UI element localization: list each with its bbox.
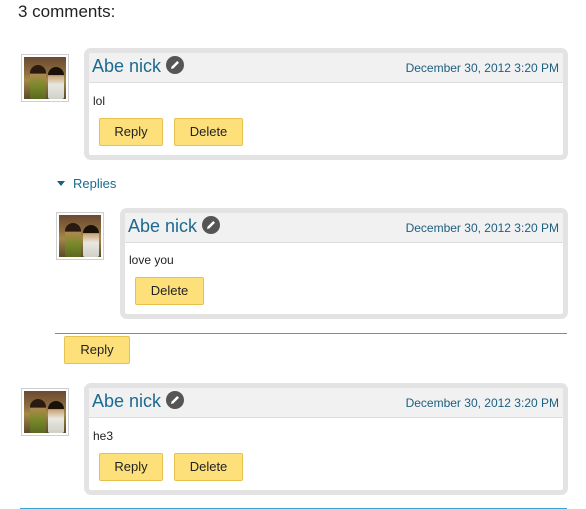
comment-timestamp-link[interactable]: December 30, 2012 3:20 PM xyxy=(406,61,559,75)
thread-reply-button[interactable]: Reply xyxy=(64,336,130,364)
delete-button[interactable]: Delete xyxy=(174,453,243,481)
delete-button[interactable]: Delete xyxy=(135,277,204,305)
comment-timestamp-link[interactable]: December 30, 2012 3:20 PM xyxy=(406,396,559,410)
reply-timestamp-link[interactable]: December 30, 2012 3:20 PM xyxy=(406,221,559,235)
delete-button[interactable]: Delete xyxy=(174,118,243,146)
avatar[interactable] xyxy=(56,212,104,260)
reply-author-link[interactable]: Abe nick xyxy=(128,216,221,237)
comment-card: Abe nick December 30, 2012 3:20 PM he3 R… xyxy=(84,383,568,495)
comments-section: 3 comments: Abe nick December 30, 2012 3… xyxy=(0,0,586,509)
avatar[interactable] xyxy=(21,388,69,436)
reply-text: love you xyxy=(129,253,174,267)
reply-button[interactable]: Reply xyxy=(99,453,163,481)
reply-button[interactable]: Reply xyxy=(99,118,163,146)
comment-text: lol xyxy=(93,94,106,108)
replies-toggle[interactable]: Replies xyxy=(57,176,116,191)
comment-card: Abe nick December 30, 2012 3:20 PM lol R… xyxy=(84,48,568,160)
reply-card: Abe nick December 30, 2012 3:20 PM love … xyxy=(120,208,568,319)
triangle-down-icon xyxy=(57,181,65,186)
comment-author-link[interactable]: Abe nick xyxy=(92,391,185,412)
pencil-icon xyxy=(202,216,221,234)
comments-count-heading: 3 comments: xyxy=(18,2,116,21)
thread-divider xyxy=(55,333,567,334)
pencil-icon xyxy=(166,391,185,409)
avatar[interactable] xyxy=(21,54,69,102)
comment-author-link[interactable]: Abe nick xyxy=(92,56,185,77)
pencil-icon xyxy=(166,56,185,74)
comment-text: he3 xyxy=(93,429,114,443)
